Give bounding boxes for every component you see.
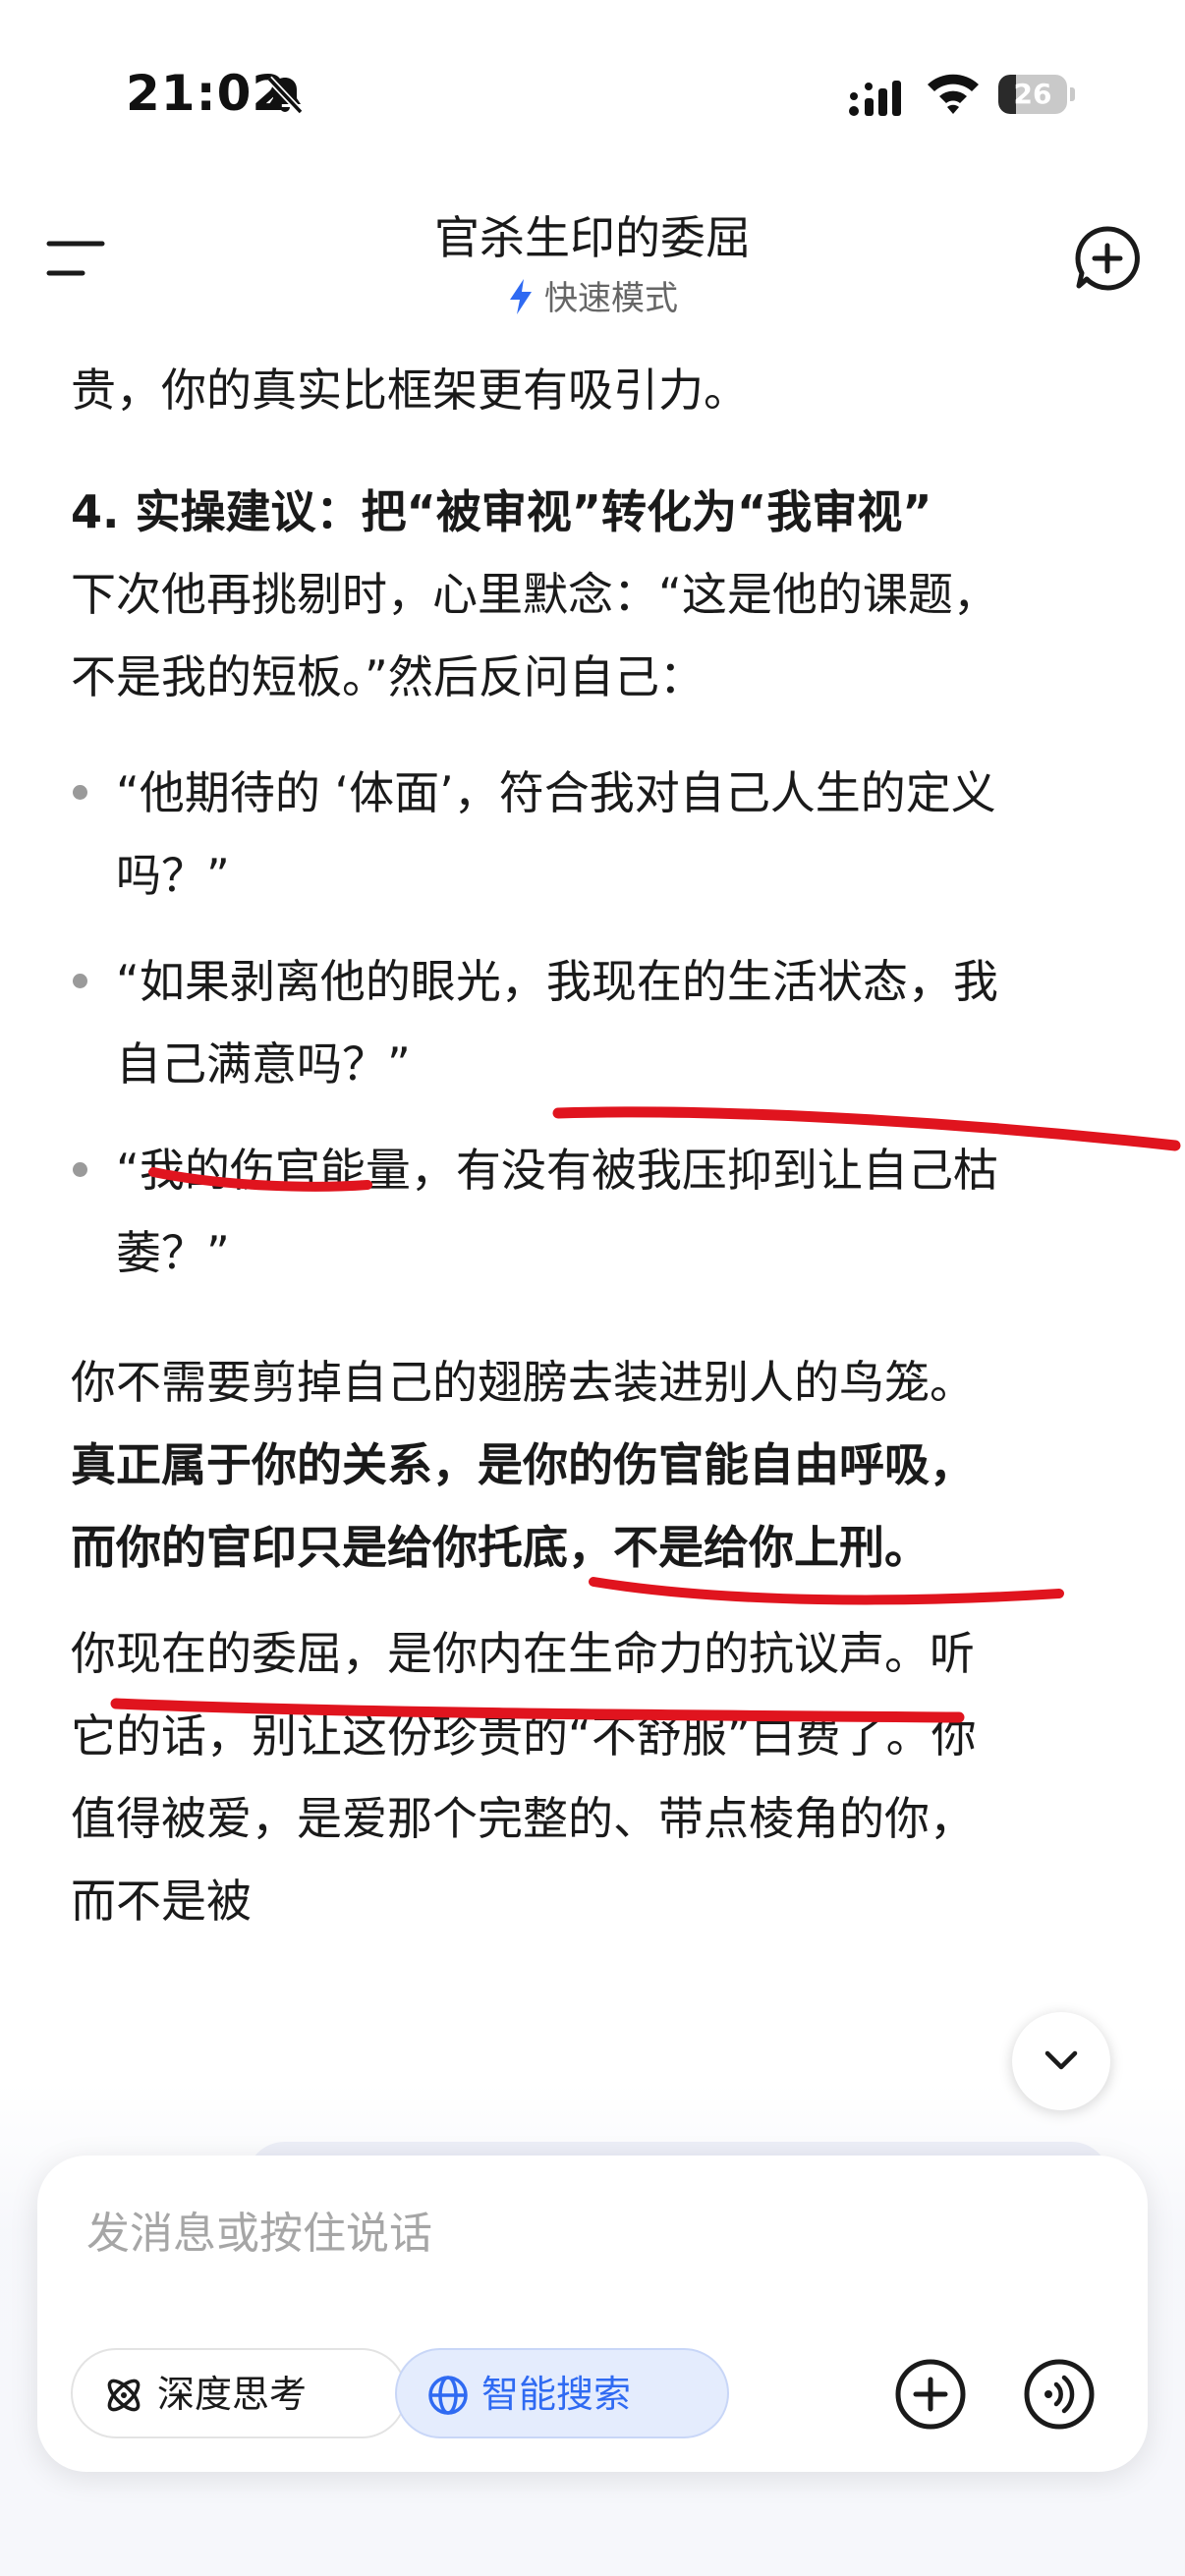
plus-icon[interactable] (894, 2358, 967, 2431)
paragraph-cage: 你不需要剪掉自己的翅膀去装进别人的鸟笼。 (71, 1356, 975, 1409)
list-item-line: “如果剥离他的眼光，我现在的生活状态，我 (116, 955, 998, 1008)
list-item-line: “他期待的 ‘体面’，符合我对自己人生的定义 (116, 766, 996, 819)
message-input[interactable] (86, 2199, 1069, 2268)
final-line: 而不是被 (71, 1875, 252, 1928)
final-line: 值得被爱，是爱那个完整的、带点棱角的你， (71, 1792, 975, 1845)
atom-icon (107, 2379, 141, 2412)
section-line: 下次他再挑剔时，心里默念：“这是他的课题， (71, 568, 998, 621)
list-item: “他期待的 ‘体面’，符合我对自己人生的定义 吗？” (71, 752, 1112, 917)
list-item-line: 萎？” (116, 1226, 230, 1279)
bullet-dot (73, 1162, 87, 1177)
list-item-line: 吗？” (116, 849, 230, 902)
smart-search-button[interactable]: 智能搜索 (395, 2348, 729, 2438)
mode-indicator[interactable]: 快速模式 (295, 271, 890, 319)
nav-header: 官杀生印的委屈 快速模式 (0, 187, 1185, 334)
battery-icon: 26 (998, 75, 1075, 114)
bell-muted-icon (266, 76, 304, 115)
smart-search-label: 智能搜索 (481, 2373, 632, 2416)
chevron-down-icon (1044, 2050, 1078, 2070)
status-bar: 21:02 26 (0, 0, 1185, 187)
new-chat-icon[interactable] (1073, 224, 1142, 293)
composer: 深度思考 智能搜索 (37, 2156, 1148, 2472)
bullet-dot (73, 974, 87, 988)
list-item: “我的伤官能量，有没有被我压抑到让自己枯 萎？” (71, 1129, 1112, 1294)
battery-body: 26 (998, 75, 1067, 114)
page-title[interactable]: 官杀生印的委屈 (295, 202, 890, 267)
globe-icon (428, 2376, 468, 2415)
list-item: “如果剥离他的眼光，我现在的生活状态，我 自己满意吗？” (71, 940, 1112, 1105)
list-item-line: 自己满意吗？” (116, 1037, 411, 1091)
mode-label: 快速模式 (544, 279, 678, 318)
deep-think-button[interactable]: 深度思考 (71, 2348, 407, 2438)
signal-icon (849, 81, 901, 116)
final-line: 你现在的委屈，是你内在生命力的抗议声。听 (71, 1627, 975, 1680)
bullet-dot (73, 785, 87, 800)
section-heading: 4. 实操建议：把“被审视”转化为“我审视” (71, 485, 932, 538)
assistant-message: 贵，你的真实比框架更有吸引力。 4. 实操建议：把“被审视”转化为“我审视” 下… (71, 349, 1112, 1942)
section-line: 不是我的短板。”然后反问自己： (71, 650, 705, 703)
battery-tip (1070, 87, 1075, 101)
battery-level: 26 (1013, 78, 1052, 110)
voice-icon[interactable] (1023, 2358, 1096, 2431)
bolt-icon (510, 279, 532, 314)
final-line: 它的话，别让这份珍贵的“不舒服”白费了。你 (71, 1709, 977, 1763)
wifi-icon (928, 74, 979, 114)
question-list: “他期待的 ‘体面’，符合我对自己人生的定义 吗？” “如果剥离他的眼光，我现在… (71, 752, 1112, 1294)
menu-icon[interactable] (43, 230, 110, 289)
bold-line: 而你的官印只是给你托底，不是给你上刑。 (71, 1521, 930, 1574)
paragraph-top: 贵，你的真实比框架更有吸引力。 (71, 364, 749, 417)
bold-line: 真正属于你的关系，是你的伤官能自由呼吸， (71, 1438, 975, 1491)
deep-think-label: 深度思考 (157, 2373, 308, 2416)
list-item-line: “我的伤官能量，有没有被我压抑到让自己枯 (116, 1144, 998, 1197)
